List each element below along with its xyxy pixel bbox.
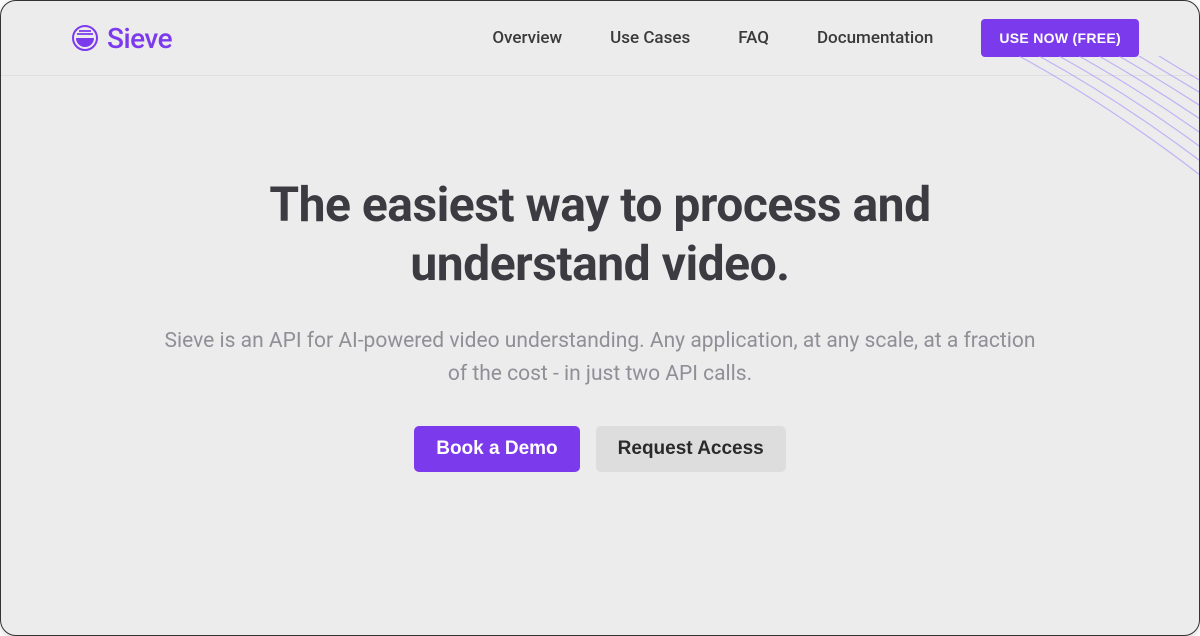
page-container: Sieve Overview Use Cases FAQ Documentati… <box>0 0 1200 636</box>
nav-faq[interactable]: FAQ <box>738 28 769 48</box>
hero-section: The easiest way to process and understan… <box>1 76 1199 472</box>
book-demo-button[interactable]: Book a Demo <box>414 426 579 472</box>
use-now-button[interactable]: USE NOW (FREE) <box>981 19 1139 57</box>
nav-use-cases[interactable]: Use Cases <box>610 28 690 48</box>
hero-buttons: Book a Demo Request Access <box>81 426 1119 472</box>
logo-text: Sieve <box>107 22 172 55</box>
nav-overview[interactable]: Overview <box>492 28 562 48</box>
sieve-logo-icon <box>71 24 99 52</box>
hero-subtitle: Sieve is an API for AI-powered video und… <box>160 325 1040 390</box>
hero-title: The easiest way to process and understan… <box>190 176 1010 293</box>
main-nav: Overview Use Cases FAQ Documentation USE… <box>492 19 1139 57</box>
nav-documentation[interactable]: Documentation <box>817 28 933 48</box>
header: Sieve Overview Use Cases FAQ Documentati… <box>1 1 1199 76</box>
request-access-button[interactable]: Request Access <box>596 426 786 472</box>
logo[interactable]: Sieve <box>71 22 172 55</box>
